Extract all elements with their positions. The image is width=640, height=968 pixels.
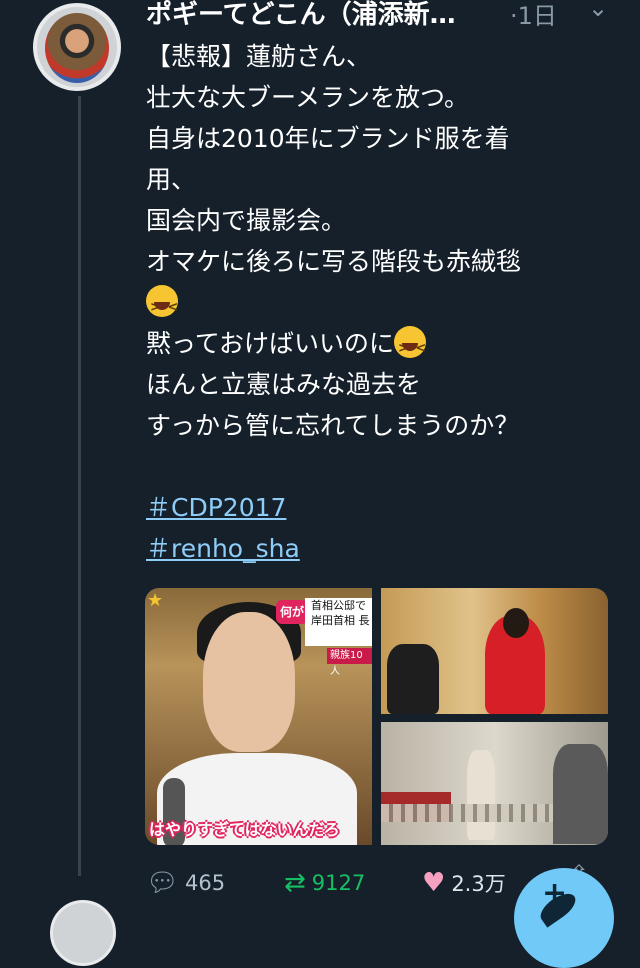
text-line: [146, 282, 616, 328]
hashtag-link[interactable]: ＃renho_sha: [146, 529, 300, 570]
text-line: 壮大な大ブーメランを放つ。: [146, 83, 470, 112]
reply-count: 465: [185, 871, 226, 895]
hashtag-list: ＃CDP2017 ＃renho_sha: [146, 488, 300, 570]
retweet-icon: ⇄: [284, 868, 306, 898]
tweet-text: 【悲報】蓮舫さん、 壮大な大ブーメランを放つ。 自身は2010年にブランド服を着…: [146, 36, 616, 446]
heart-icon: ♥: [422, 868, 446, 898]
reply-icon: 💬︎: [146, 868, 180, 898]
next-tweet-avatar[interactable]: [50, 900, 116, 966]
thread-line: [78, 96, 81, 876]
retweet-button[interactable]: ⇄ 9127: [284, 866, 365, 900]
retweet-count: 9127: [311, 871, 366, 895]
text-line: ほんと立憲はみな過去を: [146, 370, 422, 399]
text-line: オマケに後ろに写る階段も赤絨毯: [146, 247, 522, 276]
text-line: 用、: [146, 165, 197, 194]
grinning-squinting-face-icon: [394, 326, 427, 369]
text-line: すっから管に忘れてしまうのか？: [146, 411, 520, 440]
camera-icon: [387, 644, 439, 714]
star-icon: ★: [147, 590, 164, 611]
photo-head: [503, 608, 529, 638]
text-line: 自身は2010年にブランド服を着: [146, 124, 510, 153]
media-photo-top-right[interactable]: [381, 588, 608, 714]
chevron-down-icon[interactable]: ⌄: [588, 0, 608, 22]
text-line: 国会内で撮影会。: [146, 206, 347, 235]
avatar-image: [45, 13, 109, 83]
compose-tweet-button[interactable]: +: [514, 868, 614, 968]
tweet-header: ポギーてどこん（浦添新… ·1日 ⌄: [146, 0, 640, 34]
media-photo-left[interactable]: ★ 何が 首相公邸で 岸田首相 長 親族10人 はやりすぎてはないんだろ: [145, 588, 372, 845]
tv-subheadline: 親族10人: [327, 648, 372, 677]
like-count: 2.3万: [451, 872, 506, 896]
grinning-squinting-face-icon: [146, 285, 179, 328]
media-grid: ★ 何が 首相公邸で 岸田首相 長 親族10人 はやりすぎてはないんだろ: [145, 588, 608, 845]
photo-person: [467, 750, 495, 840]
text-line: 黙っておけばいいのに: [146, 323, 616, 369]
hashtag-link[interactable]: ＃CDP2017: [146, 488, 300, 529]
tv-caption: はやりすぎてはないんだろ: [149, 820, 340, 839]
media-photo-bottom-right[interactable]: [381, 722, 608, 845]
tv-headline: 首相公邸で 岸田首相 長: [305, 598, 372, 646]
tv-tag: 何が: [276, 600, 308, 624]
text-line: 【悲報】蓮舫さん、: [146, 42, 372, 71]
like-button[interactable]: ♥ 2.3万: [422, 866, 506, 900]
camera-icon: [553, 744, 608, 844]
display-name[interactable]: ポギーてどこん（浦添新…: [146, 0, 476, 31]
avatar[interactable]: [33, 3, 121, 91]
photo-face: [203, 612, 295, 752]
reply-button[interactable]: 💬︎ 465: [146, 866, 225, 900]
timestamp[interactable]: ·1日: [510, 0, 557, 31]
